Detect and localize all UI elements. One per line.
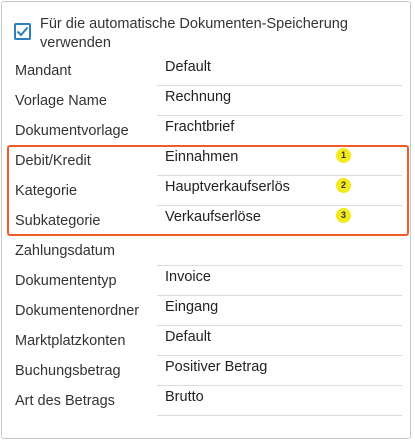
field-label: Subkategorie (15, 213, 101, 229)
step-badge: 1 (336, 148, 351, 163)
field-label: Kategorie (15, 183, 78, 199)
field-value-text: Frachtbrief (165, 119, 235, 135)
field-value-text: Positiver Betrag (165, 359, 268, 375)
field-value-select[interactable]: Invoice (157, 266, 402, 296)
field-label: Vorlage Name (15, 93, 107, 109)
settings-panel: Für die automatische Dokumenten-Speicher… (1, 1, 411, 439)
field-label: Mandant (15, 63, 72, 79)
field-label: Dokumentenordner (15, 303, 140, 319)
field-value-select[interactable] (157, 236, 402, 266)
field-value-text: Brutto (165, 389, 204, 405)
field-value-text: Invoice (165, 269, 211, 285)
field-row: Kategorie Hauptverkaufserlös 2 (2, 176, 410, 206)
field-value-select[interactable]: Default (157, 326, 402, 356)
field-value-select[interactable]: Positiver Betrag (157, 356, 402, 386)
field-row: Marktplatzkonten Default (2, 326, 410, 356)
field-value-select[interactable]: Frachtbrief (157, 116, 402, 146)
field-row: Zahlungsdatum (2, 236, 410, 266)
field-row: Subkategorie Verkaufserlöse 3 (2, 206, 410, 236)
field-row: Mandant Default (2, 56, 410, 86)
field-value-select[interactable]: Hauptverkaufserlös 2 (157, 176, 402, 206)
field-label: Zahlungsdatum (15, 243, 115, 259)
auto-save-checkbox[interactable] (14, 23, 31, 40)
field-row: Art des Betrags Brutto (2, 386, 410, 416)
field-value-select[interactable]: Verkaufserlöse 3 (157, 206, 402, 236)
field-row: Dokumentvorlage Frachtbrief (2, 116, 410, 146)
field-value-text: Default (165, 329, 211, 345)
field-value-text: Hauptverkaufserlös (165, 179, 290, 195)
field-label: Debit/Kredit (15, 153, 91, 169)
step-badge: 2 (336, 178, 351, 193)
field-row: Vorlage Name Rechnung (2, 86, 410, 116)
field-value-select[interactable]: Brutto (157, 386, 402, 416)
field-row: Dokumentenordner Eingang (2, 296, 410, 326)
field-value-select[interactable]: Default (157, 56, 402, 86)
auto-save-label: Für die automatische Dokumenten-Speicher… (40, 16, 348, 51)
field-label: Art des Betrags (15, 393, 115, 409)
field-value-select[interactable]: Rechnung (157, 86, 402, 116)
field-row: Debit/Kredit Einnahmen 1 (2, 146, 410, 176)
field-value-text: Eingang (165, 299, 219, 315)
field-row: Buchungsbetrag Positiver Betrag (2, 356, 410, 386)
field-value-text: Rechnung (165, 89, 232, 105)
step-badge: 3 (336, 208, 351, 223)
checkmark-icon (16, 26, 29, 37)
field-value-text: Default (165, 59, 211, 75)
field-value-text: Einnahmen (165, 149, 239, 165)
field-value-text: Verkaufserlöse (165, 209, 261, 225)
field-value-select[interactable]: Einnahmen 1 (157, 146, 402, 176)
field-label: Dokumententyp (15, 273, 117, 289)
field-label: Buchungsbetrag (15, 363, 121, 379)
field-label: Dokumentvorlage (15, 123, 129, 139)
field-value-select[interactable]: Eingang (157, 296, 402, 326)
field-label: Marktplatzkonten (15, 333, 126, 349)
field-row: Dokumententyp Invoice (2, 266, 410, 296)
